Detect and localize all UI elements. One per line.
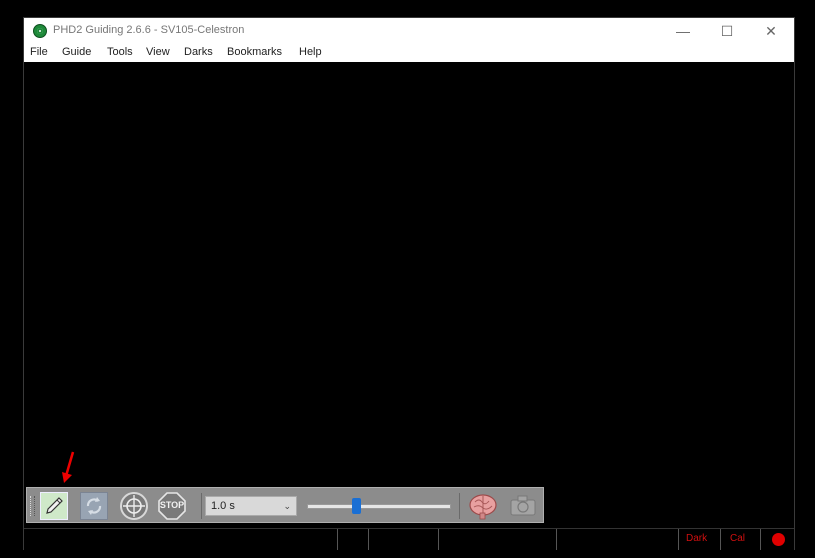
stop-button[interactable]: STOP bbox=[158, 492, 186, 520]
exposure-value: 1.0 s bbox=[211, 500, 235, 512]
status-divider bbox=[760, 529, 761, 550]
brain-icon bbox=[469, 494, 497, 520]
guide-button[interactable] bbox=[120, 492, 148, 520]
status-divider bbox=[556, 529, 557, 550]
menu-darks[interactable]: Darks bbox=[184, 46, 213, 58]
loop-exposures-button[interactable] bbox=[40, 492, 68, 520]
camera-settings-button[interactable] bbox=[507, 492, 539, 520]
gamma-slider[interactable] bbox=[303, 495, 453, 517]
chevron-down-icon: ⌄ bbox=[283, 501, 291, 511]
menu-bookmarks[interactable]: Bookmarks bbox=[227, 46, 282, 58]
advanced-settings-button[interactable] bbox=[467, 492, 499, 520]
status-divider bbox=[438, 529, 439, 550]
title-bar: PHD2 Guiding 2.6.6 - SV105-Celestron — ☐… bbox=[24, 18, 794, 44]
toolbar-separator bbox=[459, 493, 460, 519]
cal-status-label: Cal bbox=[730, 533, 746, 544]
stop-label: STOP bbox=[159, 500, 185, 510]
status-divider bbox=[678, 529, 679, 550]
refresh-icon bbox=[86, 497, 102, 515]
maximize-button[interactable]: ☐ bbox=[705, 18, 749, 44]
menu-guide[interactable]: Guide bbox=[62, 46, 91, 58]
phd2-app-icon bbox=[33, 24, 47, 38]
slider-track bbox=[307, 504, 451, 509]
minimize-button[interactable]: — bbox=[661, 18, 705, 44]
camera-icon bbox=[510, 495, 536, 516]
pencil-icon bbox=[46, 497, 63, 514]
status-divider bbox=[337, 529, 338, 550]
exposure-duration-select[interactable]: 1.0 s ⌄ bbox=[205, 496, 297, 516]
menu-help[interactable]: Help bbox=[299, 46, 322, 58]
main-toolbar: STOP 1.0 s ⌄ bbox=[26, 487, 544, 523]
status-divider bbox=[368, 529, 369, 550]
menu-file[interactable]: File bbox=[30, 46, 48, 58]
main-window: PHD2 Guiding 2.6.6 - SV105-Celestron — ☐… bbox=[23, 17, 795, 550]
toolbar-separator bbox=[201, 493, 202, 519]
crosshair-icon bbox=[123, 495, 145, 517]
menu-view[interactable]: View bbox=[146, 46, 170, 58]
red-annotation-arrow bbox=[62, 451, 75, 483]
auto-select-star-button[interactable] bbox=[80, 492, 108, 520]
window-title: PHD2 Guiding 2.6.6 - SV105-Celestron bbox=[53, 24, 245, 36]
status-divider bbox=[720, 529, 721, 550]
slider-thumb[interactable] bbox=[351, 498, 361, 514]
close-button[interactable]: ✕ bbox=[749, 18, 793, 44]
toolbar-grip[interactable] bbox=[30, 496, 35, 516]
menu-bar: File Guide Tools View Darks Bookmarks He… bbox=[24, 44, 794, 62]
connection-status-led bbox=[772, 533, 785, 546]
dark-status-label: Dark bbox=[686, 533, 708, 544]
menu-tools[interactable]: Tools bbox=[107, 46, 133, 58]
camera-display-area[interactable] bbox=[24, 62, 794, 485]
status-bar: Dark Cal bbox=[24, 528, 794, 550]
